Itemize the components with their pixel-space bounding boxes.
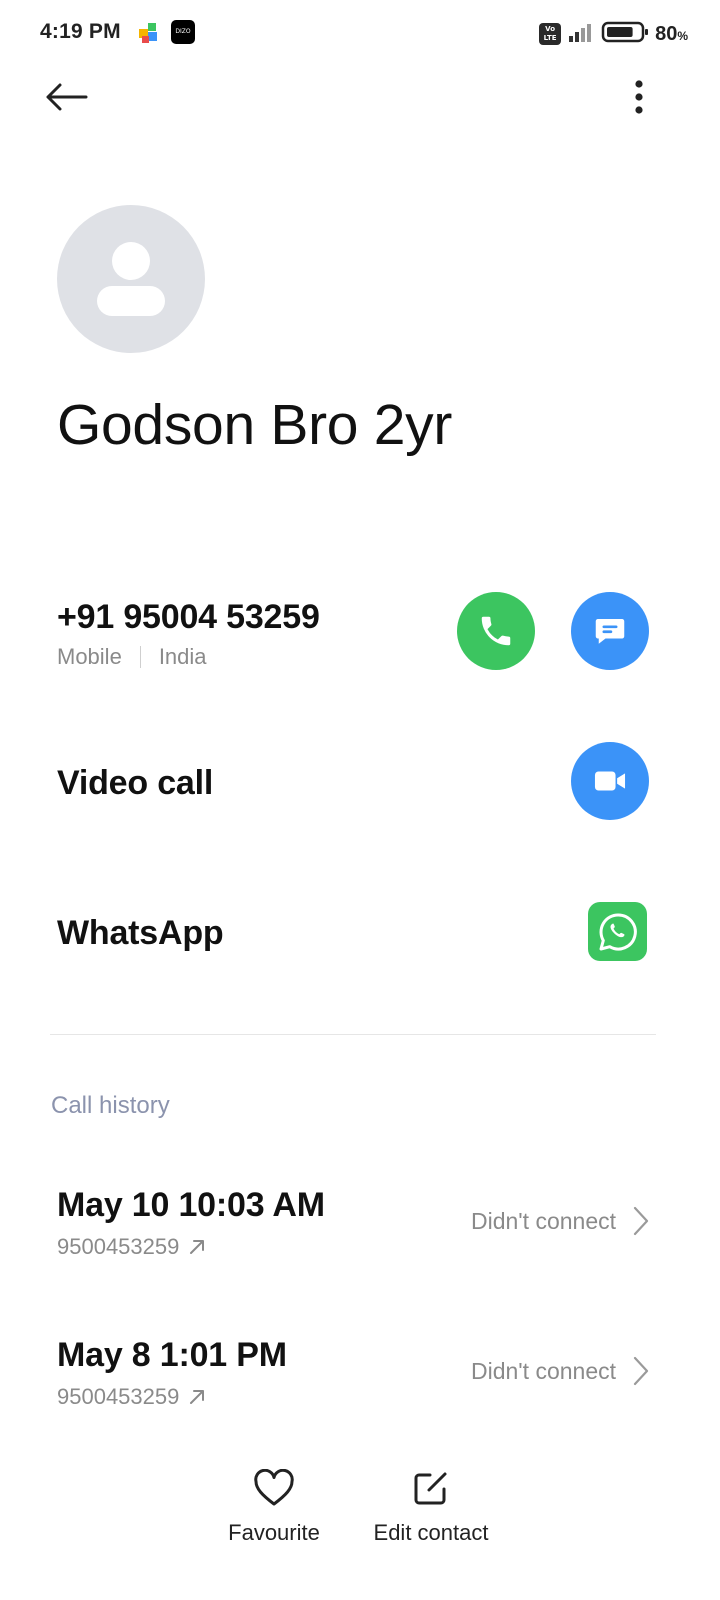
phone-icon [481, 616, 511, 646]
call-number: 9500453259 [57, 1384, 207, 1410]
message-icon [595, 619, 625, 644]
section-divider [50, 1034, 656, 1035]
meta-divider [139, 646, 141, 668]
video-camera-icon [594, 771, 626, 791]
more-options-button[interactable] [614, 72, 664, 122]
call-number-text: 9500453259 [57, 1384, 180, 1409]
call-number-text: 9500453259 [57, 1234, 180, 1259]
status-indicators: Vo LTE 80% [539, 20, 688, 48]
whatsapp-label[interactable]: WhatsApp [57, 914, 224, 953]
call-history-header: Call history [51, 1092, 170, 1119]
battery-icon [601, 20, 649, 49]
call-history-item[interactable]: May 8 1:01 PM 9500453259 Didn't connect [0, 1336, 720, 1446]
favourite-label: Favourite [228, 1520, 320, 1545]
message-button[interactable] [571, 592, 649, 670]
arrow-up-right-icon [190, 1240, 205, 1254]
call-status: Didn't connect [470, 1208, 616, 1234]
status-time: 4:19 PM [40, 20, 121, 43]
video-call-button[interactable] [571, 742, 649, 820]
arrow-left-icon [46, 83, 88, 111]
chevron-right-icon [626, 1204, 656, 1238]
heart-outline-icon [252, 1466, 296, 1510]
call-date: May 10 10:03 AM [57, 1186, 325, 1224]
favourite-button[interactable]: Favourite [214, 1466, 334, 1556]
signal-icon [567, 21, 595, 48]
edit-contact-button[interactable]: Edit contact [361, 1466, 501, 1556]
arrow-up-right-icon [190, 1390, 205, 1404]
call-history-item[interactable]: May 10 10:03 AM 9500453259 Didn't connec… [0, 1186, 720, 1296]
dizo-notification-icon: DIZO [171, 20, 195, 44]
chevron-right-icon [626, 1354, 656, 1388]
status-bar: 4:19 PM DIZO Vo LTE 80% [0, 0, 720, 68]
app-notification-icon [136, 20, 162, 46]
edit-contact-label: Edit contact [373, 1520, 489, 1545]
battery-percent: 80% [655, 23, 688, 46]
edit-square-icon [409, 1466, 453, 1510]
battery-percent-value: 80 [655, 22, 678, 45]
avatar[interactable] [57, 205, 205, 353]
phone-meta: Mobile India [57, 644, 207, 670]
contact-name: Godson Bro 2yr [57, 393, 452, 457]
dizo-badge-text: DIZO [175, 28, 191, 35]
whatsapp-icon [599, 912, 637, 950]
volte-badge: Vo LTE [539, 23, 562, 45]
phone-region: India [158, 644, 207, 669]
video-call-label[interactable]: Video call [57, 764, 213, 803]
call-date: May 8 1:01 PM [57, 1336, 287, 1374]
back-button[interactable] [34, 72, 98, 122]
battery-percent-unit: % [677, 28, 688, 43]
whatsapp-button[interactable] [588, 902, 647, 961]
contact-detail-screen: 4:19 PM DIZO Vo LTE 80% Godson Bro 2yr +… [0, 0, 720, 1600]
call-status: Didn't connect [470, 1358, 616, 1384]
phone-type: Mobile [57, 644, 122, 669]
call-number: 9500453259 [57, 1234, 207, 1260]
call-button[interactable] [457, 592, 535, 670]
person-placeholder-icon [97, 242, 165, 316]
more-vertical-icon [635, 80, 643, 114]
phone-number[interactable]: +91 95004 53259 [57, 598, 320, 637]
